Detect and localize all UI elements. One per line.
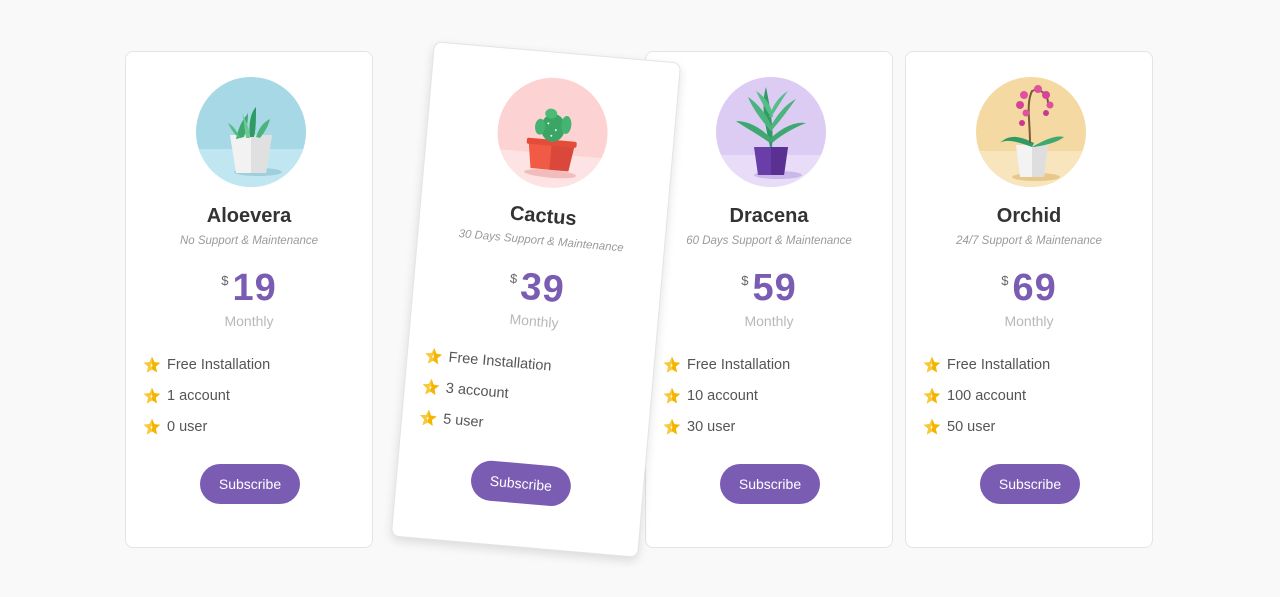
feature-item: 50 user [922,411,1050,442]
feature-label: Free Installation [167,356,271,373]
star-icon [420,376,442,398]
pricing-card-cactus: Cactus 30 Days Support & Maintenance $39… [390,41,682,558]
feature-item: 1 account [142,380,270,411]
subscribe-button[interactable]: Subscribe [720,464,820,504]
feature-item: 100 account [922,380,1050,411]
star-icon [922,386,942,406]
pricing-card-aloevera: Aloevera No Support & Maintenance $19 Mo… [125,51,373,548]
currency-symbol: $ [509,270,518,287]
price-period: Monthly [224,313,274,329]
currency-symbol: $ [741,273,749,288]
currency-symbol: $ [221,273,229,288]
feature-item: 30 user [662,411,790,442]
feature-label: 50 user [947,418,996,435]
subscribe-button[interactable]: Subscribe [469,459,573,508]
plan-price: $69 [906,267,1152,310]
plan-price: $59 [646,267,892,310]
star-icon [142,355,162,375]
orchid-plant-icon [976,77,1086,187]
feature-list: Free Installation 10 account 30 user [662,349,790,442]
star-icon [142,417,162,437]
subscribe-button[interactable]: Subscribe [200,464,300,504]
feature-item: Free Installation [142,349,270,380]
feature-label: 10 account [687,387,758,404]
pricing-card-dracena: Dracena 60 Days Support & Maintenance $5… [645,51,893,548]
plan-support: No Support & Maintenance [179,235,319,247]
plan-name: Orchid [996,205,1062,227]
star-icon [417,407,439,429]
feature-item: 0 user [142,411,270,442]
plan-support: 24/7 Support & Maintenance [956,235,1102,247]
price-amount: 69 [1012,267,1057,309]
feature-item: 10 account [662,380,790,411]
star-icon [142,386,162,406]
star-icon [662,386,682,406]
plan-price: $19 [126,267,372,310]
plan-name: Dracena [729,205,809,227]
aloe-plant-icon [196,77,306,187]
price-amount: 59 [752,267,797,309]
feature-label: 0 user [167,418,208,435]
feature-label: Free Installation [447,349,553,375]
pricing-section: Aloevera No Support & Maintenance $19 Mo… [0,0,1280,597]
cactus-plant-icon [493,73,613,193]
price-period: Monthly [1004,313,1054,329]
dracena-plant-icon [716,77,826,187]
subscribe-button[interactable]: Subscribe [980,464,1080,504]
plan-name: Aloevera [206,205,292,227]
price-amount: 39 [518,265,567,312]
feature-label: 100 account [947,387,1027,404]
feature-label: Free Installation [687,356,791,373]
feature-label: 3 account [445,380,510,402]
star-icon [662,417,682,437]
feature-label: Free Installation [947,356,1051,373]
feature-list: Free Installation 100 account 50 user [922,349,1050,442]
feature-list: Free Installation 1 account 0 user [142,349,270,442]
star-icon [922,355,942,375]
star-icon [922,417,942,437]
feature-label: 30 user [687,418,736,435]
price-amount: 19 [232,267,277,309]
star-icon [423,345,445,367]
currency-symbol: $ [1001,273,1009,288]
pricing-card-orchid: Orchid 24/7 Support & Maintenance $69 Mo… [905,51,1153,548]
feature-list: Free Installation 3 account 5 user [417,339,553,443]
feature-label: 1 account [167,387,230,404]
price-period: Monthly [744,313,794,329]
plan-support: 60 Days Support & Maintenance [686,235,852,247]
star-icon [662,355,682,375]
feature-label: 5 user [442,410,485,431]
feature-item: Free Installation [662,349,790,380]
feature-item: Free Installation [922,349,1050,380]
